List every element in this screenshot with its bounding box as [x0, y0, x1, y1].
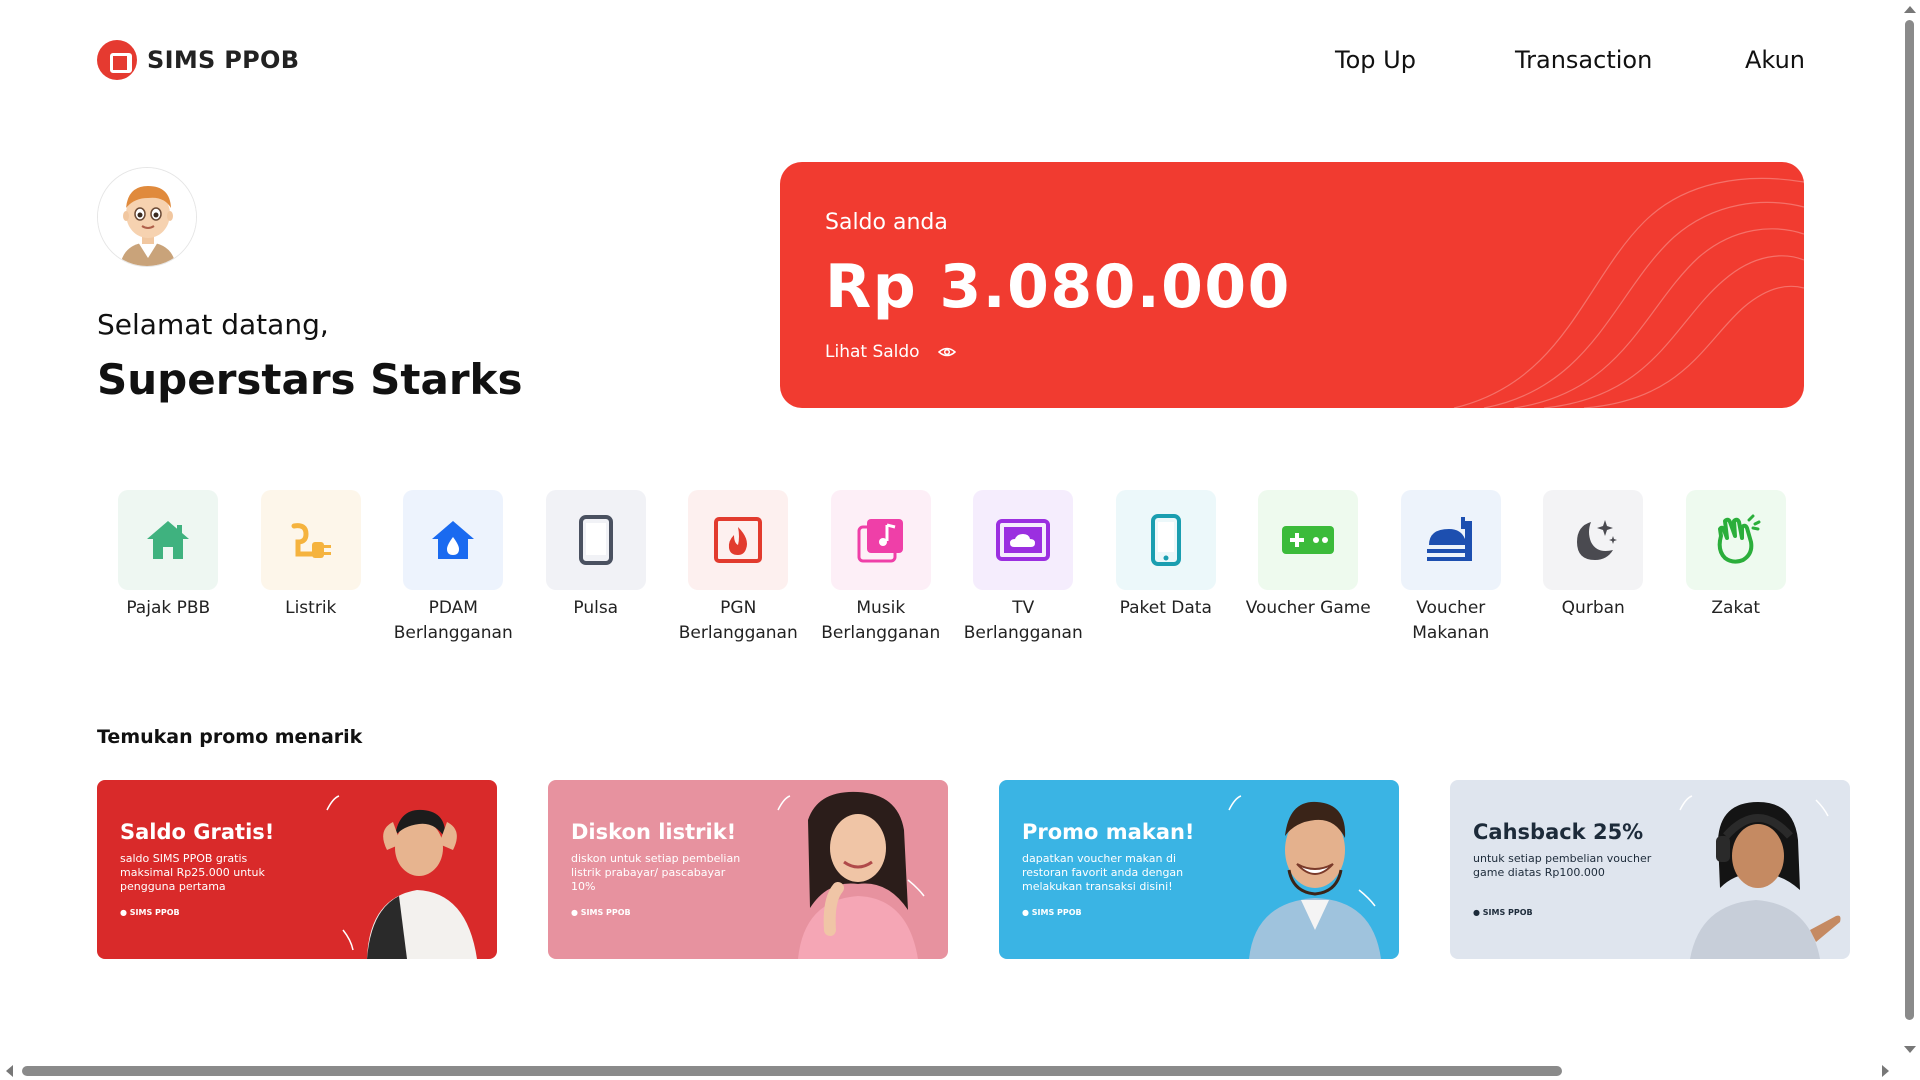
avatar — [97, 167, 197, 267]
scroll-left-icon[interactable] — [6, 1065, 13, 1077]
nav-akun[interactable]: Akun — [1745, 46, 1805, 74]
promo-person-image — [1679, 795, 1841, 959]
service-listrik[interactable]: Listrik — [240, 490, 383, 646]
gamepad-icon — [1258, 490, 1359, 590]
user-name: Superstars Starks — [97, 355, 523, 404]
service-pgn[interactable]: PGN Berlangganan — [667, 490, 810, 646]
promo-person-image — [777, 791, 925, 959]
promo-section-title: Temukan promo menarik — [97, 726, 363, 748]
service-label: Qurban — [1561, 598, 1625, 618]
vertical-scroll-thumb[interactable] — [1905, 20, 1914, 1020]
service-pajak-pbb[interactable]: Pajak PBB — [97, 490, 240, 646]
service-grid: Pajak PBB Listrik PDAM Berlangganan Puls… — [97, 490, 1807, 646]
promo-title: Saldo Gratis! — [120, 820, 275, 844]
horizontal-scroll-thumb[interactable] — [22, 1066, 1562, 1076]
tv-cloud-icon — [973, 490, 1074, 590]
hand-icon — [1685, 490, 1786, 590]
scroll-up-icon[interactable] — [1904, 6, 1916, 13]
smartphone-icon — [1115, 490, 1216, 590]
service-voucher-game[interactable]: Voucher Game — [1237, 490, 1380, 646]
nav-transaction[interactable]: Transaction — [1515, 46, 1652, 74]
promo-brand: ● SIMS PPOB — [1473, 908, 1533, 917]
water-drop-house-icon — [403, 490, 504, 590]
promo-description: dapatkan voucher makan di restoran favor… — [1022, 852, 1184, 893]
service-pulsa[interactable]: Pulsa — [525, 490, 668, 646]
service-label: Musik Berlangganan — [821, 598, 941, 643]
service-label: PDAM Berlangganan — [393, 598, 513, 643]
promo-person-image — [326, 795, 477, 959]
wave-decoration-icon — [1453, 177, 1804, 408]
promo-brand-text: SIMS PPOB — [1031, 908, 1082, 917]
promo-title: Promo makan! — [1022, 820, 1195, 844]
balance-amount: Rp 3.080.000 — [825, 252, 1291, 322]
promo-brand-text: SIMS PPOB — [129, 908, 180, 917]
service-voucher-makanan[interactable]: Voucher Makanan — [1380, 490, 1523, 646]
service-label: Voucher Makanan — [1412, 598, 1490, 643]
service-musik[interactable]: Musik Berlangganan — [810, 490, 953, 646]
eye-icon[interactable] — [937, 346, 956, 358]
service-paket-data[interactable]: Paket Data — [1095, 490, 1238, 646]
service-label: Pulsa — [573, 598, 619, 618]
promo-carousel[interactable]: Saldo Gratis! saldo SIMS PPOB gratis mak… — [97, 780, 1920, 960]
promo-card-cashback[interactable]: Cahsback 25% untuk setiap pembelian vouc… — [1450, 780, 1850, 959]
promo-title: Diskon listrik! — [571, 820, 737, 844]
service-label: Voucher Game — [1245, 598, 1371, 618]
navbar: SIMS PPOB Top Up Transaction Akun — [0, 0, 1900, 122]
service-qurban[interactable]: Qurban — [1522, 490, 1665, 646]
balance-label: Saldo anda — [825, 210, 948, 235]
vertical-scrollbar[interactable] — [1900, 0, 1920, 1068]
promo-title: Cahsback 25% — [1473, 820, 1644, 844]
promo-brand: ● SIMS PPOB — [571, 908, 631, 917]
service-pdam[interactable]: PDAM Berlangganan — [382, 490, 525, 646]
service-tv[interactable]: TV Berlangganan — [952, 490, 1095, 646]
nav-top-up[interactable]: Top Up — [1335, 46, 1416, 74]
promo-brand-text: SIMS PPOB — [1482, 908, 1533, 917]
house-icon — [118, 490, 219, 590]
service-label: Listrik — [285, 598, 337, 618]
music-icon — [830, 490, 931, 590]
service-label: TV Berlangganan — [963, 598, 1083, 643]
service-label: PGN Berlangganan — [678, 598, 798, 643]
toggle-balance-label: Lihat Saldo — [825, 342, 920, 362]
promo-brand: ● SIMS PPOB — [120, 908, 180, 917]
moon-star-icon — [1543, 490, 1644, 590]
toggle-balance-button[interactable]: Lihat Saldo — [825, 342, 956, 362]
service-zakat[interactable]: Zakat — [1665, 490, 1808, 646]
promo-description: saldo SIMS PPOB gratis maksimal Rp25.000… — [120, 852, 265, 893]
brand[interactable]: SIMS PPOB — [97, 40, 299, 80]
balance-card: Saldo anda Rp 3.080.000 Lihat Saldo — [780, 162, 1804, 408]
plug-icon — [260, 490, 361, 590]
promo-brand: ● SIMS PPOB — [1022, 908, 1082, 917]
promo-description: untuk setiap pembelian voucher game diat… — [1473, 852, 1652, 879]
service-label: Paket Data — [1119, 598, 1212, 618]
phone-icon — [545, 490, 646, 590]
promo-card-diskon-listrik[interactable]: Diskon listrik! diskon untuk setiap pemb… — [548, 780, 948, 959]
scroll-right-icon[interactable] — [1882, 1065, 1889, 1077]
food-cloche-icon — [1400, 490, 1501, 590]
service-label: Pajak PBB — [126, 598, 211, 618]
promo-person-image — [1228, 795, 1381, 959]
promo-card-saldo-gratis[interactable]: Saldo Gratis! saldo SIMS PPOB gratis mak… — [97, 780, 497, 959]
promo-card-promo-makan[interactable]: Promo makan! dapatkan voucher makan di r… — [999, 780, 1399, 959]
brand-name: SIMS PPOB — [147, 46, 300, 74]
greeting-text: Selamat datang, — [97, 308, 329, 341]
avatar-illustration — [98, 168, 196, 266]
flame-icon — [688, 490, 789, 590]
promo-brand-text: SIMS PPOB — [580, 908, 631, 917]
scroll-down-icon[interactable] — [1904, 1046, 1916, 1053]
logo-icon — [97, 40, 137, 80]
promo-description: diskon untuk setiap pembelian listrik pr… — [571, 852, 741, 893]
horizontal-scrollbar[interactable] — [0, 1062, 1900, 1080]
service-label: Zakat — [1711, 598, 1761, 618]
